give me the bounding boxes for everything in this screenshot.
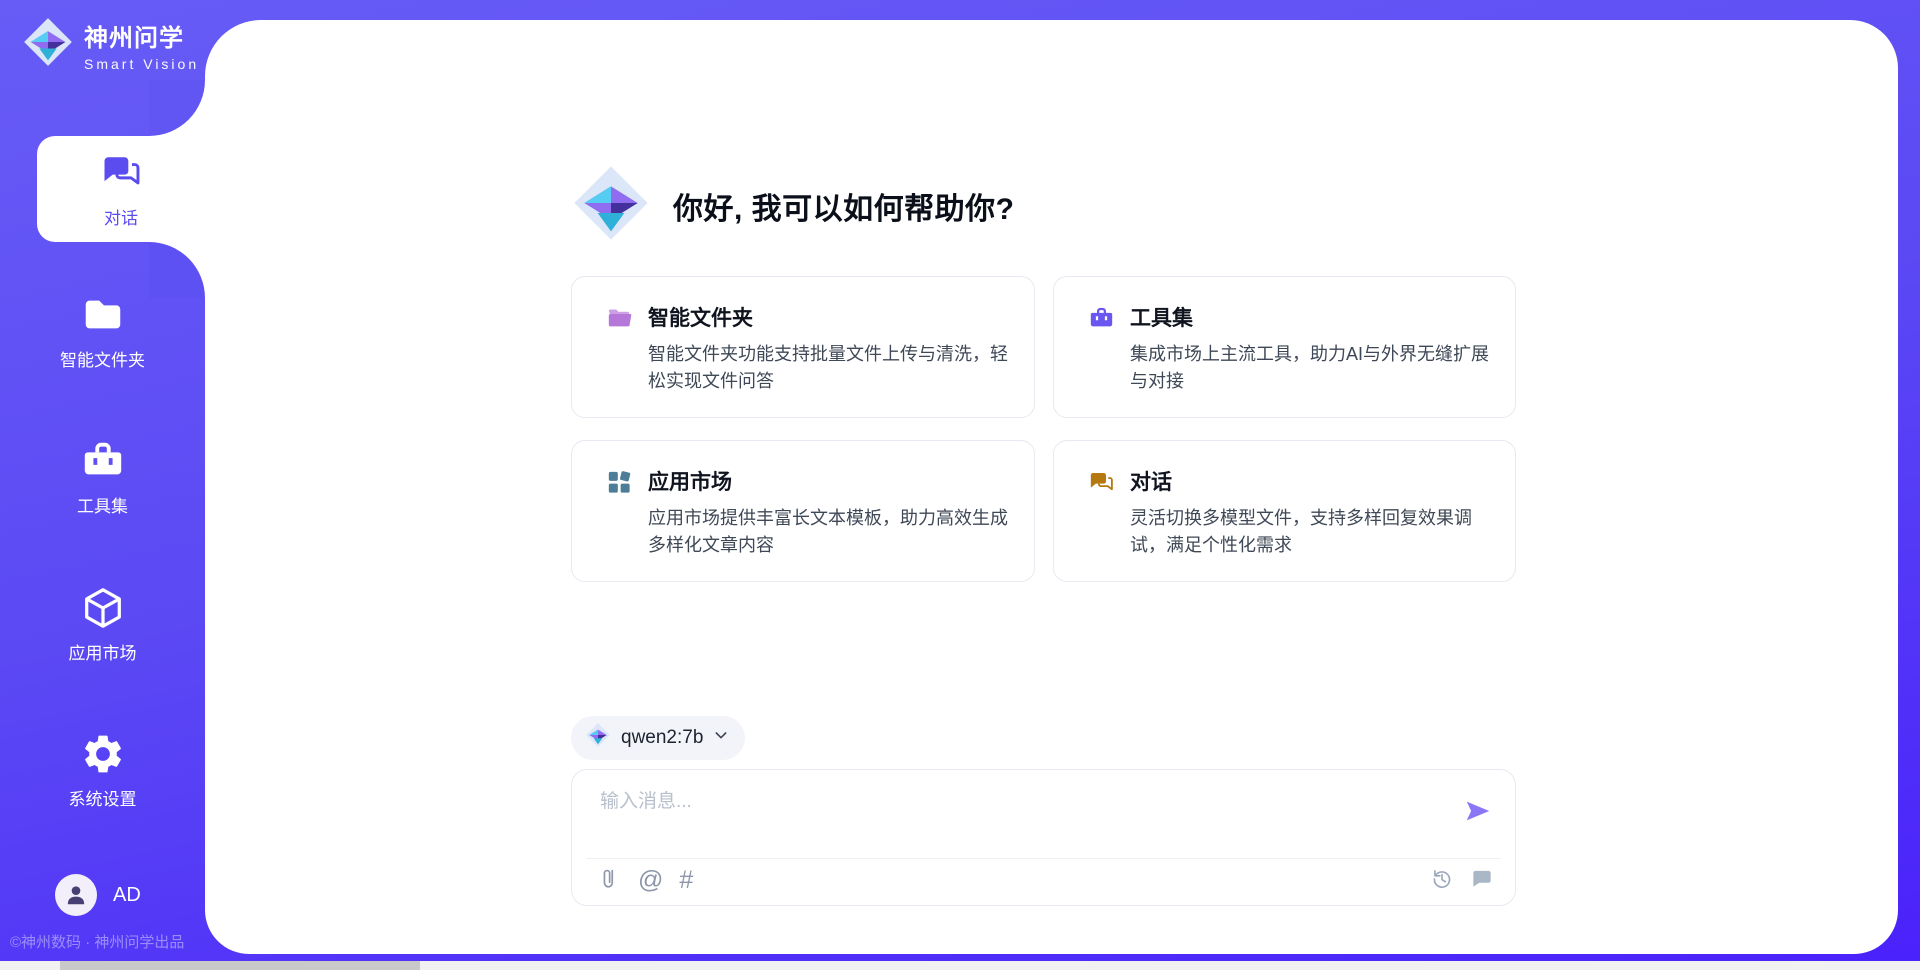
card-title: 工具集 <box>1130 302 1491 332</box>
message-input[interactable] <box>600 786 1443 842</box>
folder-icon <box>80 292 126 338</box>
cube-icon <box>80 585 126 631</box>
folder-icon <box>606 305 633 337</box>
feature-card-chat[interactable]: 对话 灵活切换多模型文件，支持多样回复效果调试，满足个性化需求 <box>1053 440 1516 582</box>
card-description: 应用市场提供丰富长文本模板，助力高效生成多样化文章内容 <box>648 505 1010 559</box>
model-name: qwen2:7b <box>621 727 703 749</box>
feature-card-toolset[interactable]: 工具集 集成市场上主流工具，助力AI与外界无缝扩展与对接 <box>1053 276 1516 418</box>
tab-curve-top <box>149 80 205 136</box>
chat-icon <box>1088 469 1115 501</box>
feature-card-app-market[interactable]: 应用市场 应用市场提供丰富长文本模板，助力高效生成多样化文章内容 <box>571 440 1035 582</box>
brand-name: 神州问学 <box>84 18 199 53</box>
sidebar-item-smart-folder[interactable]: 智能文件夹 <box>0 292 205 371</box>
sidebar-item-label: 对话 <box>104 204 138 229</box>
card-description: 灵活切换多模型文件，支持多样回复效果调试，满足个性化需求 <box>1130 505 1491 559</box>
chevron-down-icon <box>713 727 729 749</box>
welcome-header: 你好, 我可以如何帮助你? <box>571 163 1015 248</box>
at-icon[interactable]: @ <box>638 868 663 893</box>
model-selector[interactable]: qwen2:7b <box>571 716 745 760</box>
chat-bubble-icon <box>1469 866 1495 895</box>
card-title: 应用市场 <box>648 466 1010 496</box>
brand: 神州问学 Smart Vision <box>22 16 199 73</box>
sidebar-item-label: 系统设置 <box>69 785 137 810</box>
card-title: 对话 <box>1130 466 1491 496</box>
gear-icon <box>80 731 126 777</box>
avatar <box>55 874 97 916</box>
sidebar-item-toolset[interactable]: 工具集 <box>0 438 205 517</box>
card-description: 集成市场上主流工具，助力AI与外界无缝扩展与对接 <box>1130 341 1491 395</box>
paperclip-icon <box>596 866 622 895</box>
card-title: 智能文件夹 <box>648 302 1010 332</box>
sidebar-item-chat[interactable]: 对话 <box>37 136 205 242</box>
composer-divider <box>586 858 1501 859</box>
tab-curve-bottom <box>149 242 205 298</box>
grid-icon <box>606 469 633 501</box>
horizontal-scrollbar-track[interactable] <box>0 961 1920 970</box>
sidebar-item-label: 智能文件夹 <box>60 346 145 371</box>
feature-card-smart-folder[interactable]: 智能文件夹 智能文件夹功能支持批量文件上传与清洗，轻松实现文件问答 <box>571 276 1035 418</box>
history-button[interactable] <box>1429 866 1455 895</box>
attach-file-button[interactable] <box>596 866 622 895</box>
brand-logo-diamond-icon <box>22 16 74 73</box>
hash-icon[interactable]: # <box>679 868 693 893</box>
toolbox-icon <box>80 438 126 484</box>
user-profile[interactable]: AD <box>55 874 141 916</box>
sidebar-item-label: 工具集 <box>77 492 128 517</box>
feature-card-grid: 智能文件夹 智能文件夹功能支持批量文件上传与清洗，轻松实现文件问答 工具集 集成… <box>571 276 1516 582</box>
sidebar-item-label: 应用市场 <box>69 639 137 664</box>
brand-subtitle: Smart Vision <box>84 56 199 72</box>
copyright-footer: ©神州数码 · 神州问学出品 <box>10 931 184 952</box>
chat-panel-button[interactable] <box>1469 866 1495 895</box>
model-logo-diamond-icon <box>585 722 611 754</box>
main-content-panel: 你好, 我可以如何帮助你? 智能文件夹 智能文件夹功能支持批量文件上传与清洗，轻… <box>205 20 1898 954</box>
sidebar-item-app-market[interactable]: 应用市场 <box>0 585 205 664</box>
history-icon <box>1429 866 1455 895</box>
horizontal-scrollbar-thumb[interactable] <box>60 961 420 970</box>
card-description: 智能文件夹功能支持批量文件上传与清洗，轻松实现文件问答 <box>648 341 1010 395</box>
assistant-logo-diamond-icon <box>571 163 651 248</box>
chat-icon <box>99 149 143 198</box>
greeting-title: 你好, 我可以如何帮助你? <box>673 184 1015 228</box>
message-composer: @ # <box>571 769 1516 906</box>
send-icon <box>1463 814 1493 829</box>
toolbox-icon <box>1088 305 1115 337</box>
send-button[interactable] <box>1463 796 1493 829</box>
sidebar-item-settings[interactable]: 系统设置 <box>0 731 205 810</box>
user-name: AD <box>113 884 141 907</box>
